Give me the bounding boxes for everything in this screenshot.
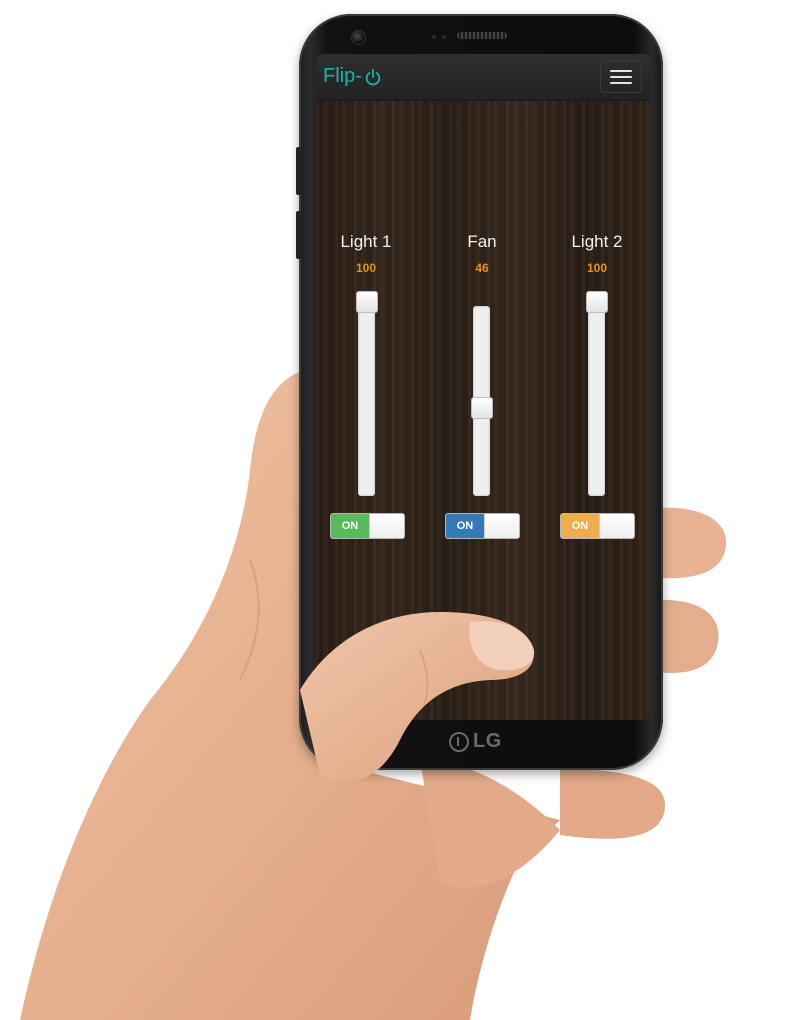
sensor <box>432 35 436 39</box>
device-name: Light 2 <box>571 232 623 251</box>
stage: Flip- Light 1 100 ON Fan 46 ON Light 2 1… <box>0 0 800 1020</box>
navbar: Flip- <box>316 54 650 101</box>
device-value: 46 <box>475 261 489 275</box>
toggle-fan[interactable]: ON <box>445 513 520 539</box>
slider-handle[interactable] <box>355 291 378 313</box>
volume-up-button <box>296 147 301 195</box>
device-name: Fan <box>467 232 497 251</box>
toggle-on-label: ON <box>331 514 369 538</box>
device-name: Light 1 <box>340 232 392 251</box>
brand-mark-icon <box>449 731 469 752</box>
slider-track-light-2[interactable] <box>585 291 608 496</box>
slider-handle[interactable] <box>470 396 493 419</box>
app-screen: Flip- Light 1 100 ON Fan 46 ON Light 2 1… <box>316 54 650 720</box>
app-logo[interactable]: Flip- <box>323 65 382 88</box>
slider-handle[interactable] <box>585 291 608 313</box>
device-fan: Fan 46 <box>427 232 537 275</box>
phone-brand-logo: LG <box>449 730 502 753</box>
slider-track-fan[interactable] <box>470 306 493 496</box>
earpiece-speaker <box>457 32 507 39</box>
device-value: 100 <box>355 261 377 275</box>
power-icon <box>365 68 381 85</box>
hamburger-menu-icon[interactable] <box>600 61 642 93</box>
device-value: 100 <box>586 261 608 275</box>
toggle-knob <box>484 514 519 538</box>
volume-down-button <box>296 211 301 259</box>
toggle-knob <box>369 514 404 538</box>
device-light-2: Light 2 100 <box>542 232 650 275</box>
toggle-light-1[interactable]: ON <box>330 513 405 539</box>
toggle-knob <box>599 514 634 538</box>
toggle-light-2[interactable]: ON <box>560 513 635 539</box>
phone-frame: Flip- Light 1 100 ON Fan 46 ON Light 2 1… <box>296 14 663 770</box>
slider-track-light-1[interactable] <box>355 291 378 496</box>
front-camera <box>351 30 366 45</box>
brand-text: LG <box>473 730 502 752</box>
toggle-on-label: ON <box>446 514 484 538</box>
logo-text: Flip- <box>323 65 362 87</box>
device-light-1: Light 1 100 <box>316 232 421 275</box>
sensor <box>442 35 446 39</box>
toggle-on-label: ON <box>561 514 599 538</box>
